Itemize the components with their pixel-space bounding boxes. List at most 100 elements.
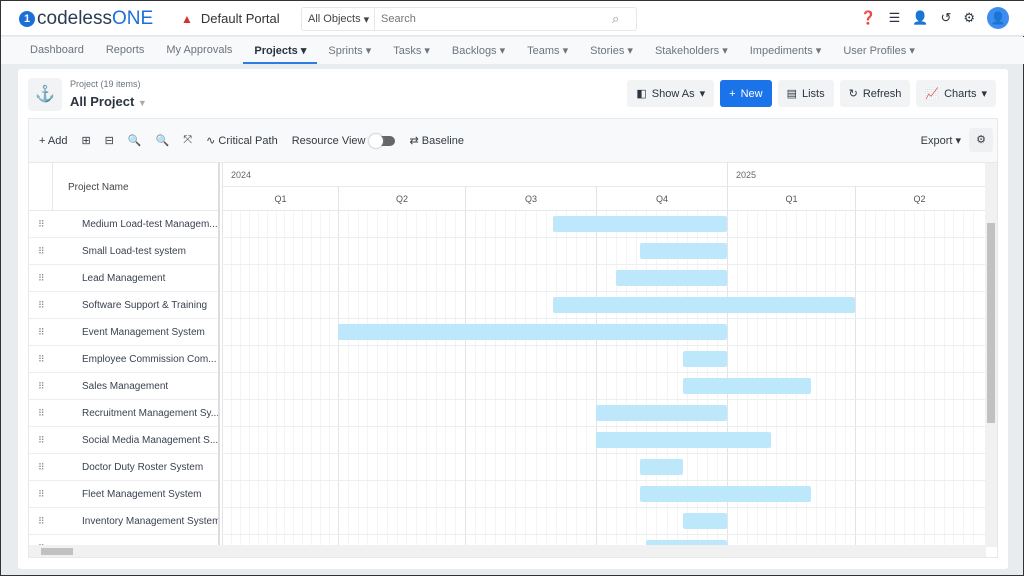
nav-stakeholders[interactable]: Stakeholders ▾ [644, 37, 739, 64]
gantt-bar[interactable] [682, 378, 811, 394]
nav-reports[interactable]: Reports [95, 37, 156, 64]
project-name: Lead Management [82, 273, 166, 284]
table-row[interactable]: ⠿ Fleet Management System [29, 481, 218, 508]
portal-switcher[interactable]: ▲ Default Portal [181, 11, 280, 26]
critical-path-button[interactable]: ∿ Critical Path [206, 134, 278, 147]
resource-view-label: Resource View [291, 134, 366, 147]
gantt-bar[interactable] [640, 486, 811, 502]
project-name: Sales Management [82, 381, 169, 392]
gantt-toolbar: + Add ⊞ ⊟ 🔍 🔍 ⤧ ∿ Critical Path Resource… [29, 119, 997, 163]
chart-icon: 📈 [925, 88, 940, 100]
gantt-bar[interactable] [682, 351, 727, 367]
gantt-bar[interactable] [640, 459, 683, 475]
content-panel: ⚓ Project (19 items) All Project ▼ ◧ Show… [18, 69, 1008, 569]
table-row[interactable]: ⠿ Medium Load-test Managem... [29, 211, 218, 238]
table-row[interactable]: ⠿ Social Media Management S... [29, 427, 218, 454]
quarter-header: Q2 [855, 187, 983, 210]
table-row[interactable]: ⠿ Software Support & Training [29, 292, 218, 319]
database-icon[interactable]: ☰ [889, 10, 901, 26]
table-row[interactable]: ⠿ Inventory Management System [29, 508, 218, 535]
nav-backlogs[interactable]: Backlogs ▾ [441, 37, 516, 64]
drag-handle-icon[interactable]: ⠿ [38, 408, 45, 419]
gantt-bar[interactable] [553, 216, 727, 232]
table-row[interactable]: ⠿ Sales Management [29, 373, 218, 400]
gantt-bar[interactable] [640, 243, 727, 259]
gantt-bar[interactable] [596, 405, 727, 421]
gear-icon[interactable]: ⚙ [963, 10, 975, 26]
nav-projects[interactable]: Projects ▾ [243, 37, 318, 64]
table-row[interactable]: ⠿ Lead Management [29, 265, 218, 292]
drag-handle-icon[interactable]: ⠿ [38, 462, 45, 473]
gantt-bar[interactable] [553, 297, 855, 313]
gantt: + Add ⊞ ⊟ 🔍 🔍 ⤧ ∿ Critical Path Resource… [28, 118, 998, 558]
export-button[interactable]: Export ▾ [921, 134, 961, 147]
add-button[interactable]: + Add [39, 135, 67, 147]
drag-handle-icon[interactable]: ⠿ [38, 327, 45, 338]
gantt-settings-icon[interactable]: ⚙ [969, 128, 993, 152]
chevron-down-icon: ▾ [906, 45, 915, 57]
nav-impediments[interactable]: Impediments ▾ [739, 37, 833, 64]
search-input[interactable] [375, 13, 612, 25]
drag-handle-icon[interactable]: ⠿ [38, 219, 45, 230]
refresh-button[interactable]: ↻ Refresh [839, 80, 911, 107]
fit-icon[interactable]: ⤧ [183, 134, 192, 147]
drag-handle-icon[interactable]: ⠿ [38, 273, 45, 284]
anchor-icon: ⚓ [28, 78, 62, 111]
nav-sprints[interactable]: Sprints ▾ [317, 37, 382, 64]
gantt-bar[interactable] [596, 432, 772, 448]
chevron-down-icon: ▾ [812, 45, 822, 57]
zoom-in-icon[interactable]: 🔍 [128, 134, 142, 147]
add-user-icon[interactable]: 👤 [912, 10, 928, 26]
nav-teams[interactable]: Teams ▾ [516, 37, 579, 64]
drag-handle-icon[interactable]: ⠿ [38, 435, 45, 446]
history-icon[interactable]: ↺ [940, 10, 951, 26]
new-button[interactable]: + New [720, 80, 772, 107]
layout-icon: ◧ [636, 88, 647, 100]
table-row[interactable]: ⠿ Employee Commission Com... [29, 346, 218, 373]
nav-my-approvals[interactable]: My Approvals [155, 37, 243, 64]
horizontal-scrollbar[interactable] [29, 545, 986, 557]
chevron-down-icon: ▾ [559, 45, 569, 57]
table-row[interactable]: ⠿ Event Management System [29, 319, 218, 346]
zoom-out-icon[interactable]: 🔍 [156, 134, 170, 147]
plus-icon: + [729, 87, 736, 100]
nav-stories[interactable]: Stories ▾ [579, 37, 644, 64]
expand-all-icon[interactable]: ⊞ [81, 134, 90, 147]
show-as-button[interactable]: ◧ Show As ▾ [627, 80, 715, 107]
search-icon[interactable]: ⌕ [612, 11, 636, 27]
resource-view-toggle[interactable] [369, 133, 396, 148]
table-row[interactable]: ⠿ Small Load-test system [29, 238, 218, 265]
view-selector[interactable]: All Project ▼ [70, 94, 147, 109]
refresh-icon: ↻ [848, 88, 858, 100]
drag-handle-icon[interactable]: ⠿ [38, 516, 45, 527]
drag-handle-icon[interactable]: ⠿ [38, 354, 45, 365]
chevron-down-icon: ▼ [137, 98, 147, 108]
search-bar: All Objects ▾ ⌕ [301, 7, 637, 31]
lists-button[interactable]: ▤ Lists [777, 80, 834, 107]
nav-dashboard[interactable]: Dashboard [19, 37, 95, 64]
nav-tasks[interactable]: Tasks ▾ [382, 37, 441, 64]
object-select[interactable]: All Objects ▾ [302, 8, 375, 30]
vertical-scrollbar[interactable] [985, 163, 997, 547]
drag-handle-icon[interactable]: ⠿ [38, 300, 45, 311]
baseline-button[interactable]: ⇄ Baseline [409, 134, 463, 147]
column-header-project-name[interactable]: Project Name [68, 182, 129, 193]
project-name: Small Load-test system [82, 246, 186, 257]
year-header: 2024 [222, 163, 251, 186]
drag-handle-icon[interactable]: ⠿ [38, 381, 45, 392]
help-icon[interactable]: ❓ [860, 10, 876, 26]
gantt-bar[interactable] [338, 324, 727, 340]
project-name: Doctor Duty Roster System [82, 462, 204, 473]
table-row[interactable]: ⠿ Doctor Duty Roster System [29, 454, 218, 481]
gantt-bar[interactable] [682, 513, 727, 529]
avatar[interactable]: 👤 [987, 7, 1009, 29]
drag-handle-icon[interactable]: ⠿ [38, 489, 45, 500]
charts-button[interactable]: 📈 Charts ▾ [916, 80, 996, 107]
gantt-bar[interactable] [615, 270, 727, 286]
drag-handle-icon[interactable]: ⠿ [38, 246, 45, 257]
collapse-all-icon[interactable]: ⊟ [105, 134, 114, 147]
portal-icon: ▲ [181, 11, 193, 26]
nav-user-profiles[interactable]: User Profiles ▾ [832, 37, 926, 64]
table-row[interactable]: ⠿ Recruitment Management Sy... [29, 400, 218, 427]
logo[interactable]: 1 codeless ONE [19, 8, 153, 30]
